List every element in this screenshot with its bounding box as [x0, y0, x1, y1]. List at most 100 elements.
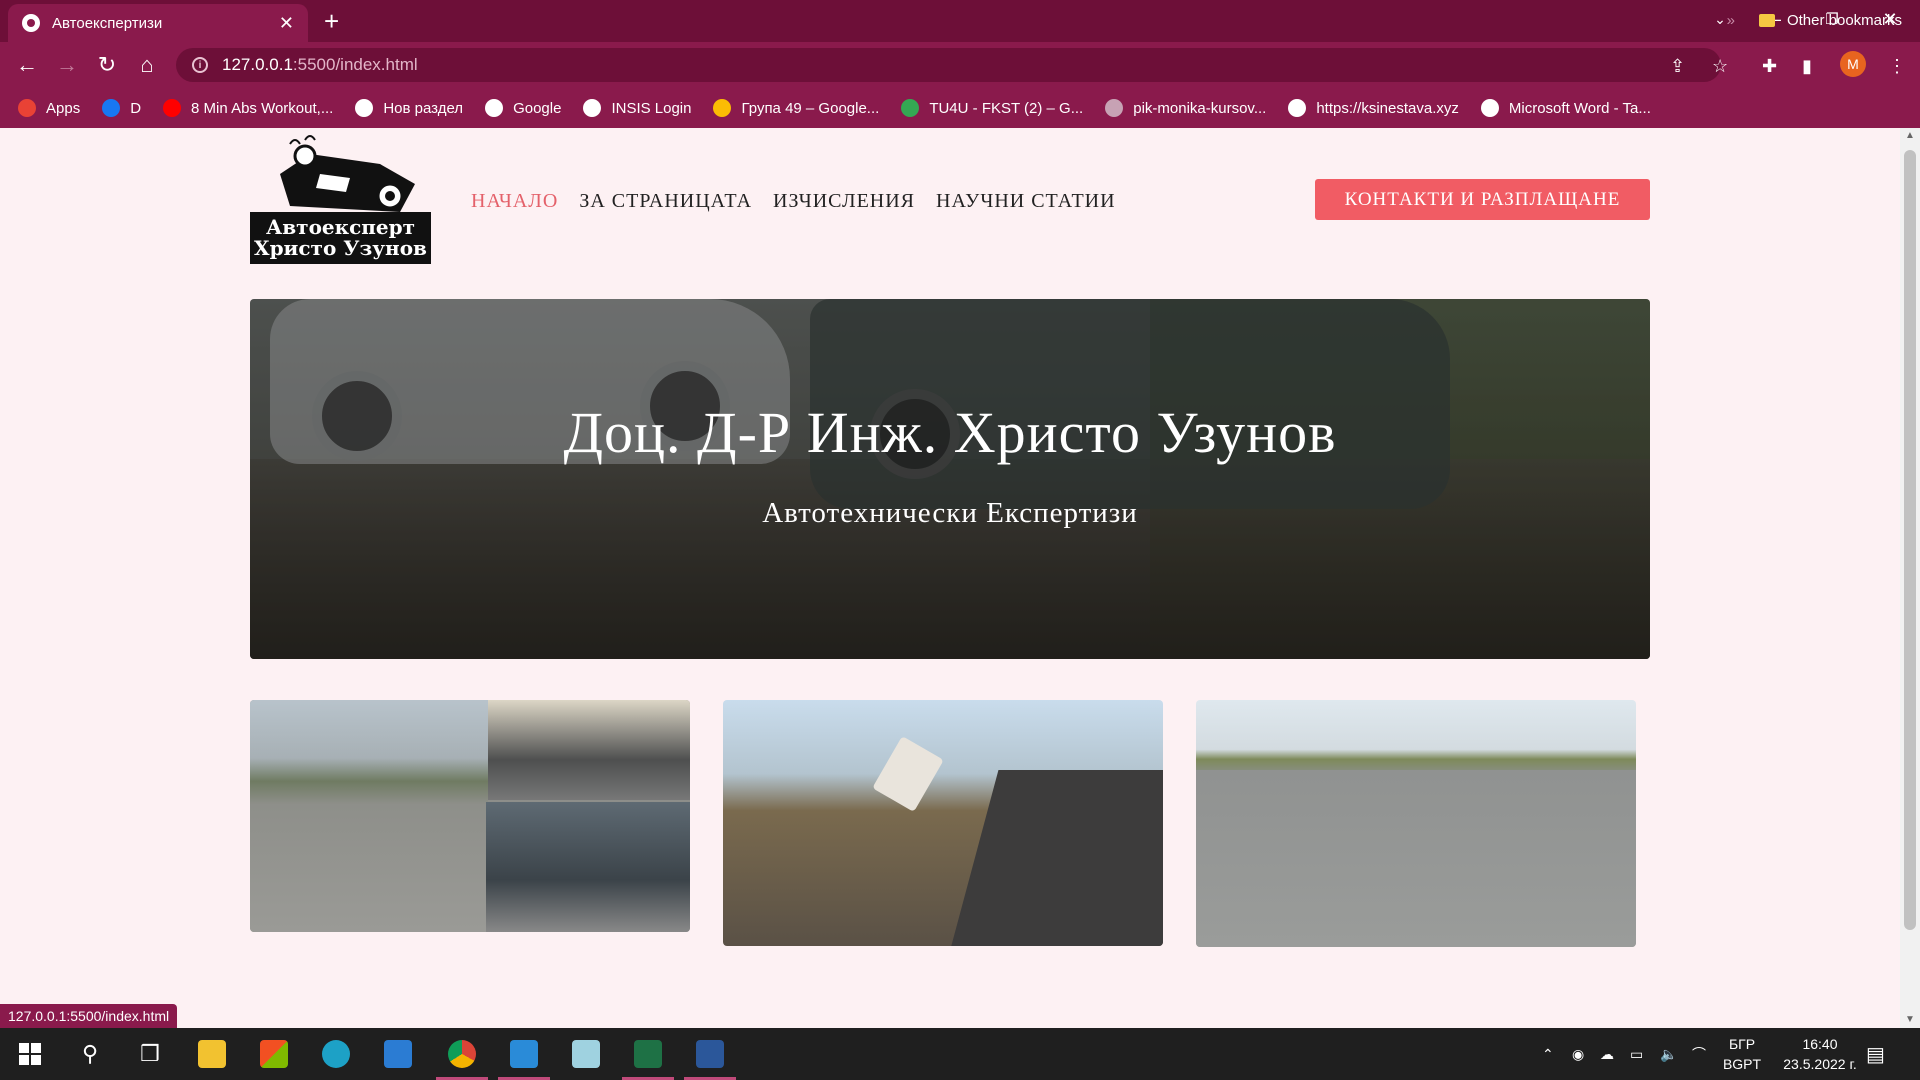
- hero-subtitle: Автотехнически Експертизи: [762, 497, 1138, 529]
- notifications-icon[interactable]: ▤: [1866, 1028, 1885, 1080]
- start-windows-icon[interactable]: [0, 1028, 60, 1080]
- bookmark-item[interactable]: INSIS Login: [583, 99, 691, 117]
- reload-icon[interactable]: ↻: [92, 50, 122, 80]
- nav-item-home[interactable]: НАЧАЛО: [471, 190, 558, 213]
- url-host: 127.0.0.1: [222, 55, 293, 74]
- other-bookmarks[interactable]: » Other bookmarks: [1727, 0, 1902, 40]
- clock-date: 23.5.2022 г.: [1783, 1056, 1857, 1072]
- tray-onedrive-icon[interactable]: ☁: [1600, 1028, 1614, 1080]
- bookmark-item[interactable]: D: [102, 99, 141, 117]
- network-icon[interactable]: ⌒: [1692, 1028, 1706, 1080]
- google-icon: [485, 99, 504, 117]
- bookmark-item[interactable]: Нов раздел: [355, 99, 463, 117]
- tray-chevron-icon[interactable]: ⌃: [1542, 1028, 1554, 1080]
- bookmark-label: D: [130, 99, 142, 117]
- bookmark-item[interactable]: pik-monika-kursov...: [1105, 99, 1266, 117]
- bookmark-star-icon[interactable]: ☆: [1712, 56, 1728, 77]
- notepad-icon[interactable]: [556, 1028, 616, 1080]
- facebook-icon: [102, 99, 121, 117]
- bookmark-item[interactable]: Microsoft Word - Ta...: [1480, 99, 1651, 117]
- hero-title: Доц. Д-Р Инж. Христо Узунов: [563, 400, 1337, 465]
- task-view-icon[interactable]: ❒: [120, 1028, 180, 1080]
- bookmark-label: INSIS Login: [611, 99, 692, 117]
- photo-collage-crashed-car: [486, 802, 690, 932]
- status-url-bubble: 127.0.0.1:5500/index.html: [0, 1004, 178, 1028]
- language-bottom: BGPT: [1722, 1056, 1762, 1072]
- vscode-icon[interactable]: [494, 1028, 554, 1080]
- new-tab-button[interactable]: +: [324, 6, 339, 36]
- more-bookmarks-icon[interactable]: »: [1727, 12, 1735, 29]
- gallery-photo-1[interactable]: [250, 700, 690, 932]
- bookmark-item[interactable]: 8 Min Abs Workout,...: [163, 99, 333, 117]
- logo-text: Автоексперт Христо Узунов: [250, 212, 431, 264]
- extensions-icon[interactable]: ✚: [1762, 56, 1777, 77]
- toolbar: ← → ↻ ⌂ i 127.0.0.1:5500/index.html ⇪ ☆ …: [0, 42, 1920, 88]
- edge-icon[interactable]: [306, 1028, 366, 1080]
- gallery-photo-2[interactable]: [723, 700, 1163, 946]
- bookmark-item[interactable]: TU4U - FKST (2) – G...: [901, 99, 1083, 117]
- menu-icon[interactable]: ⋮: [1888, 56, 1906, 77]
- nav-item-calculations[interactable]: ИЗЧИСЛЕНИЯ: [773, 190, 915, 213]
- gallery-photo-3[interactable]: [1196, 700, 1636, 947]
- bookmark-label: Нов раздел: [383, 99, 464, 117]
- web-page: Автоексперт Христо Узунов НАЧАЛО ЗА СТРА…: [0, 128, 1900, 1028]
- browser-tab[interactable]: Автоекспертизи ✕: [8, 4, 308, 42]
- globe-icon: [355, 99, 374, 117]
- bookmark-label: Google: [513, 99, 562, 117]
- contacts-payment-button[interactable]: КОНТАКТИ И РАЗПЛАЩАНЕ: [1315, 179, 1650, 220]
- bookmark-item[interactable]: Google: [485, 99, 561, 117]
- excel-icon[interactable]: [618, 1028, 678, 1080]
- photo-overturned-van: [872, 736, 944, 812]
- mail-icon[interactable]: [368, 1028, 428, 1080]
- photo-highway: [1196, 770, 1636, 947]
- chrome-icon[interactable]: [432, 1028, 492, 1080]
- battery-icon[interactable]: ▭: [1630, 1028, 1643, 1080]
- side-panel-icon[interactable]: ▮: [1802, 56, 1812, 77]
- other-bookmarks-label: Other bookmarks: [1786, 11, 1902, 29]
- folder-icon: [1758, 13, 1775, 27]
- file-icon: [1105, 99, 1124, 117]
- bookmark-label: https://ksinestava.xyz: [1316, 99, 1459, 117]
- nav-item-articles[interactable]: НАУЧНИ СТАТИИ: [936, 190, 1116, 213]
- address-bar[interactable]: i 127.0.0.1:5500/index.html: [176, 48, 1721, 82]
- share-icon[interactable]: ⇪: [1670, 56, 1685, 77]
- bookmark-item[interactable]: Група 49 – Google...: [713, 99, 879, 117]
- word-icon[interactable]: [680, 1028, 740, 1080]
- home-icon[interactable]: ⌂: [132, 50, 162, 80]
- file-explorer-icon[interactable]: [182, 1028, 242, 1080]
- back-icon[interactable]: ←: [12, 50, 42, 80]
- youtube-icon: [163, 99, 182, 117]
- nav-item-about[interactable]: ЗА СТРАНИЦАТА: [579, 190, 752, 213]
- site-favicon-icon: [22, 14, 40, 32]
- scroll-down-icon[interactable]: ▼: [1900, 1012, 1920, 1028]
- drive-icon: [713, 99, 732, 117]
- drive-icon: [901, 99, 920, 117]
- scrollbar-thumb[interactable]: [1904, 150, 1916, 930]
- tab-close-icon[interactable]: ✕: [279, 13, 294, 34]
- bookmark-label: Apps: [46, 99, 81, 117]
- bookmarks-bar: Apps D 8 Min Abs Workout,... Нов раздел Goog…: [0, 88, 1920, 128]
- microsoft-store-icon[interactable]: [244, 1028, 304, 1080]
- hero-banner: Доц. Д-Р Инж. Христо Узунов Автотехничес…: [250, 299, 1650, 659]
- volume-icon[interactable]: 🔈: [1660, 1028, 1677, 1080]
- globe-icon: [583, 99, 602, 117]
- clock-time: 16:40: [1802, 1036, 1838, 1052]
- apps-grid-icon: [18, 99, 36, 117]
- bookmark-label: Microsoft Word - Ta...: [1508, 99, 1651, 117]
- globe-icon: [1288, 99, 1307, 117]
- scroll-up-icon[interactable]: ▲: [1900, 128, 1920, 144]
- clock[interactable]: 16:40 23.5.2022 г.: [1770, 1034, 1870, 1074]
- profile-avatar[interactable]: M: [1840, 51, 1866, 77]
- taskbar: ⚲ ❒ ⌃ ◉ ☁ ▭ 🔈 ⌒ БГР BGPT 16:40 23.5.2022…: [0, 1028, 1920, 1080]
- search-icon[interactable]: ⚲: [60, 1028, 120, 1080]
- site-info-icon[interactable]: i: [192, 57, 208, 73]
- globe-icon: [1480, 99, 1499, 117]
- overturned-car-icon: [280, 135, 415, 212]
- page-scrollbar[interactable]: ▲ ▼: [1900, 128, 1920, 1028]
- forward-icon[interactable]: →: [52, 50, 82, 80]
- tray-record-icon[interactable]: ◉: [1572, 1028, 1584, 1080]
- bookmark-item[interactable]: Apps: [18, 99, 80, 117]
- site-logo[interactable]: Автоексперт Христо Узунов: [250, 134, 431, 264]
- bookmark-item[interactable]: https://ksinestava.xyz: [1288, 99, 1459, 117]
- language-indicator[interactable]: БГР BGPT: [1720, 1034, 1764, 1074]
